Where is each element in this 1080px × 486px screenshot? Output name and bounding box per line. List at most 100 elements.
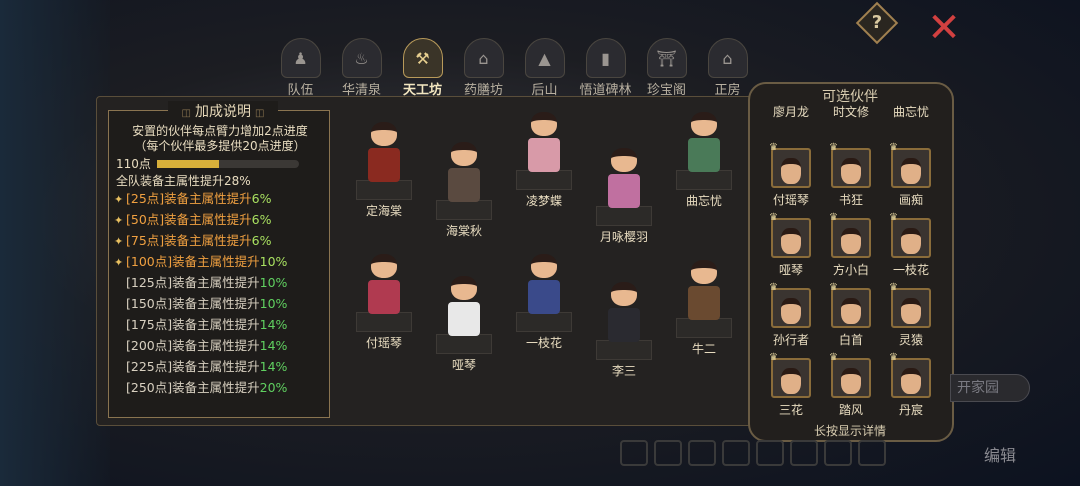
partner-card[interactable]: ♛ 画痴 <box>884 142 938 208</box>
partner-sprite <box>602 148 646 212</box>
tab-2[interactable]: ⚒ 天工坊 <box>392 38 453 98</box>
crown-icon: ♛ <box>829 212 838 223</box>
crown-icon: ♛ <box>889 142 898 153</box>
placed-partner[interactable]: 付瑶琴 <box>344 254 424 351</box>
partner-portrait: ♛ <box>769 282 811 328</box>
partner-portrait: ♛ <box>769 212 811 258</box>
empty-slot[interactable] <box>654 440 682 466</box>
partner-card[interactable]: ♛ 方小白 <box>824 212 878 278</box>
crown-icon: ♛ <box>829 142 838 153</box>
crown-icon: ♛ <box>829 282 838 293</box>
placed-partner[interactable]: 牛二 <box>664 260 744 357</box>
crown-icon: ♛ <box>889 212 898 223</box>
close-button[interactable]: ✕ <box>924 8 964 50</box>
bonus-tier-percent: 10% <box>259 275 288 290</box>
help-button[interactable]: ? <box>855 1 899 45</box>
partner-name: 牛二 <box>691 342 716 356</box>
partner-portrait: ♛ <box>829 212 871 258</box>
crown-icon: ♛ <box>769 352 778 363</box>
partner-card[interactable]: ♛ 白首 <box>824 282 878 348</box>
tab-6[interactable]: ⛩ 珍宝阁 <box>636 38 697 98</box>
bonus-tier-percent: 10% <box>259 296 288 311</box>
crown-icon: ♛ <box>769 142 778 153</box>
partner-sprite <box>522 254 566 318</box>
partner-card[interactable]: 廖月龙 <box>764 104 818 120</box>
partner-card-name: 书狂 <box>838 193 863 207</box>
bonus-tier-text: [225点]装备主属性提升 <box>126 359 260 374</box>
partner-portrait: ♛ <box>829 282 871 328</box>
placed-partner[interactable]: 定海棠 <box>344 122 424 219</box>
partner-card[interactable]: ♛ 三花 <box>764 352 818 418</box>
partner-panel-title: 可选伙伴 <box>822 89 878 105</box>
bonus-tier-percent: 14% <box>259 359 288 374</box>
partner-list[interactable]: 廖月龙 时文修 曲忘忧 ♛ 付瑶琴 ♛ 书狂 ♛ 画痴 ♛ 哑琴 ♛ 方小白 ♛ 一枝花 ♛ 孙行者 ♛ 白首 ♛ 灵猿… <box>760 104 940 420</box>
bonus-tier-percent: 6% <box>251 233 272 248</box>
stele-icon: ▮ <box>585 38 626 78</box>
kitchen-icon: ⌂ <box>463 38 504 78</box>
team-bonus-text: 全队装备主属性提升28% <box>116 174 251 188</box>
empty-slot[interactable] <box>858 440 886 466</box>
description-line-1: 安置的伙伴每点臂力增加2点进度 <box>132 124 308 138</box>
tab-0[interactable]: ♟ 队伍 <box>270 38 331 98</box>
mountain-icon: ▲ <box>524 38 565 78</box>
partner-card[interactable]: ♛ 书狂 <box>824 142 878 208</box>
edit-button[interactable]: 编辑 <box>984 442 1016 466</box>
crown-icon: ♛ <box>889 352 898 363</box>
partner-portrait: ♛ <box>889 282 931 328</box>
empty-slot[interactable] <box>722 440 750 466</box>
partner-card[interactable]: ♛ 丹宸 <box>884 352 938 418</box>
bonus-tier: ✦ [100点]装备主属性提升10% <box>114 251 324 272</box>
partner-card-name: 廖月龙 <box>772 105 809 119</box>
placed-partner[interactable]: 曲忘忧 <box>664 112 744 209</box>
placed-partner[interactable]: 海棠秋 <box>424 142 504 239</box>
partner-sprite <box>362 122 406 186</box>
placed-partner[interactable]: 凌梦蝶 <box>504 112 584 209</box>
partner-card[interactable]: ♛ 孙行者 <box>764 282 818 348</box>
empty-slot[interactable] <box>790 440 818 466</box>
empty-slot[interactable] <box>756 440 784 466</box>
placed-partner[interactable]: 一枝花 <box>504 254 584 351</box>
partner-card-name: 白首 <box>838 333 863 347</box>
partner-card[interactable]: 曲忘忧 <box>884 104 938 120</box>
team-icon: ♟ <box>280 38 321 78</box>
bonus-tier-text: [75点]装备主属性提升 <box>126 233 252 248</box>
tab-1[interactable]: ♨ 华清泉 <box>331 38 392 98</box>
placed-partner[interactable]: 月咏樱羽 <box>584 148 664 245</box>
bonus-tier-percent: 6% <box>251 212 272 227</box>
partner-card-name: 灵猿 <box>898 333 923 347</box>
partner-card-name: 哑琴 <box>778 263 803 277</box>
partner-card[interactable]: ♛ 付瑶琴 <box>764 142 818 208</box>
tab-3[interactable]: ⌂ 药膳坊 <box>453 38 514 98</box>
bonus-tier: [125点]装备主属性提升10% <box>114 272 324 293</box>
house-icon: ⌂ <box>707 38 748 78</box>
description-line-2: （每个伙伴最多提供20点进度） <box>134 139 306 153</box>
partner-card[interactable]: ♛ 哑琴 <box>764 212 818 278</box>
bonus-tier: [200点]装备主属性提升14% <box>114 335 324 356</box>
tab-5[interactable]: ▮ 悟道碑林 <box>575 38 636 98</box>
partner-card-name: 付瑶琴 <box>772 193 809 207</box>
partner-card[interactable]: 时文修 <box>824 104 878 120</box>
tab-4[interactable]: ▲ 后山 <box>514 38 575 98</box>
bonus-tier-text: [250点]装备主属性提升 <box>126 380 260 395</box>
crown-icon: ♛ <box>889 282 898 293</box>
bonus-tier-percent: 6% <box>251 191 272 206</box>
tab-7[interactable]: ⌂ 正房 <box>697 38 758 98</box>
partner-card[interactable]: ♛ 灵猿 <box>884 282 938 348</box>
progress-bar <box>156 159 299 168</box>
bonus-tier-percent: 10% <box>259 254 288 269</box>
home-button[interactable]: 开家园 <box>950 374 1030 402</box>
partner-card[interactable]: ♛ 踏风 <box>824 352 878 418</box>
empty-slot[interactable] <box>620 440 648 466</box>
partner-sprite <box>682 260 726 324</box>
bottom-slots <box>620 440 886 466</box>
placed-partner[interactable]: 李三 <box>584 282 664 379</box>
placed-partner[interactable]: 哑琴 <box>424 276 504 373</box>
partner-name: 海棠秋 <box>445 224 482 238</box>
partner-name: 曲忘忧 <box>685 194 722 208</box>
bonus-tier: [175点]装备主属性提升14% <box>114 314 324 335</box>
partner-card[interactable]: ♛ 一枝花 <box>884 212 938 278</box>
partner-name: 凌梦蝶 <box>525 194 562 208</box>
empty-slot[interactable] <box>824 440 852 466</box>
empty-slot[interactable] <box>688 440 716 466</box>
bonus-tier: ✦ [50点]装备主属性提升6% <box>114 209 324 230</box>
